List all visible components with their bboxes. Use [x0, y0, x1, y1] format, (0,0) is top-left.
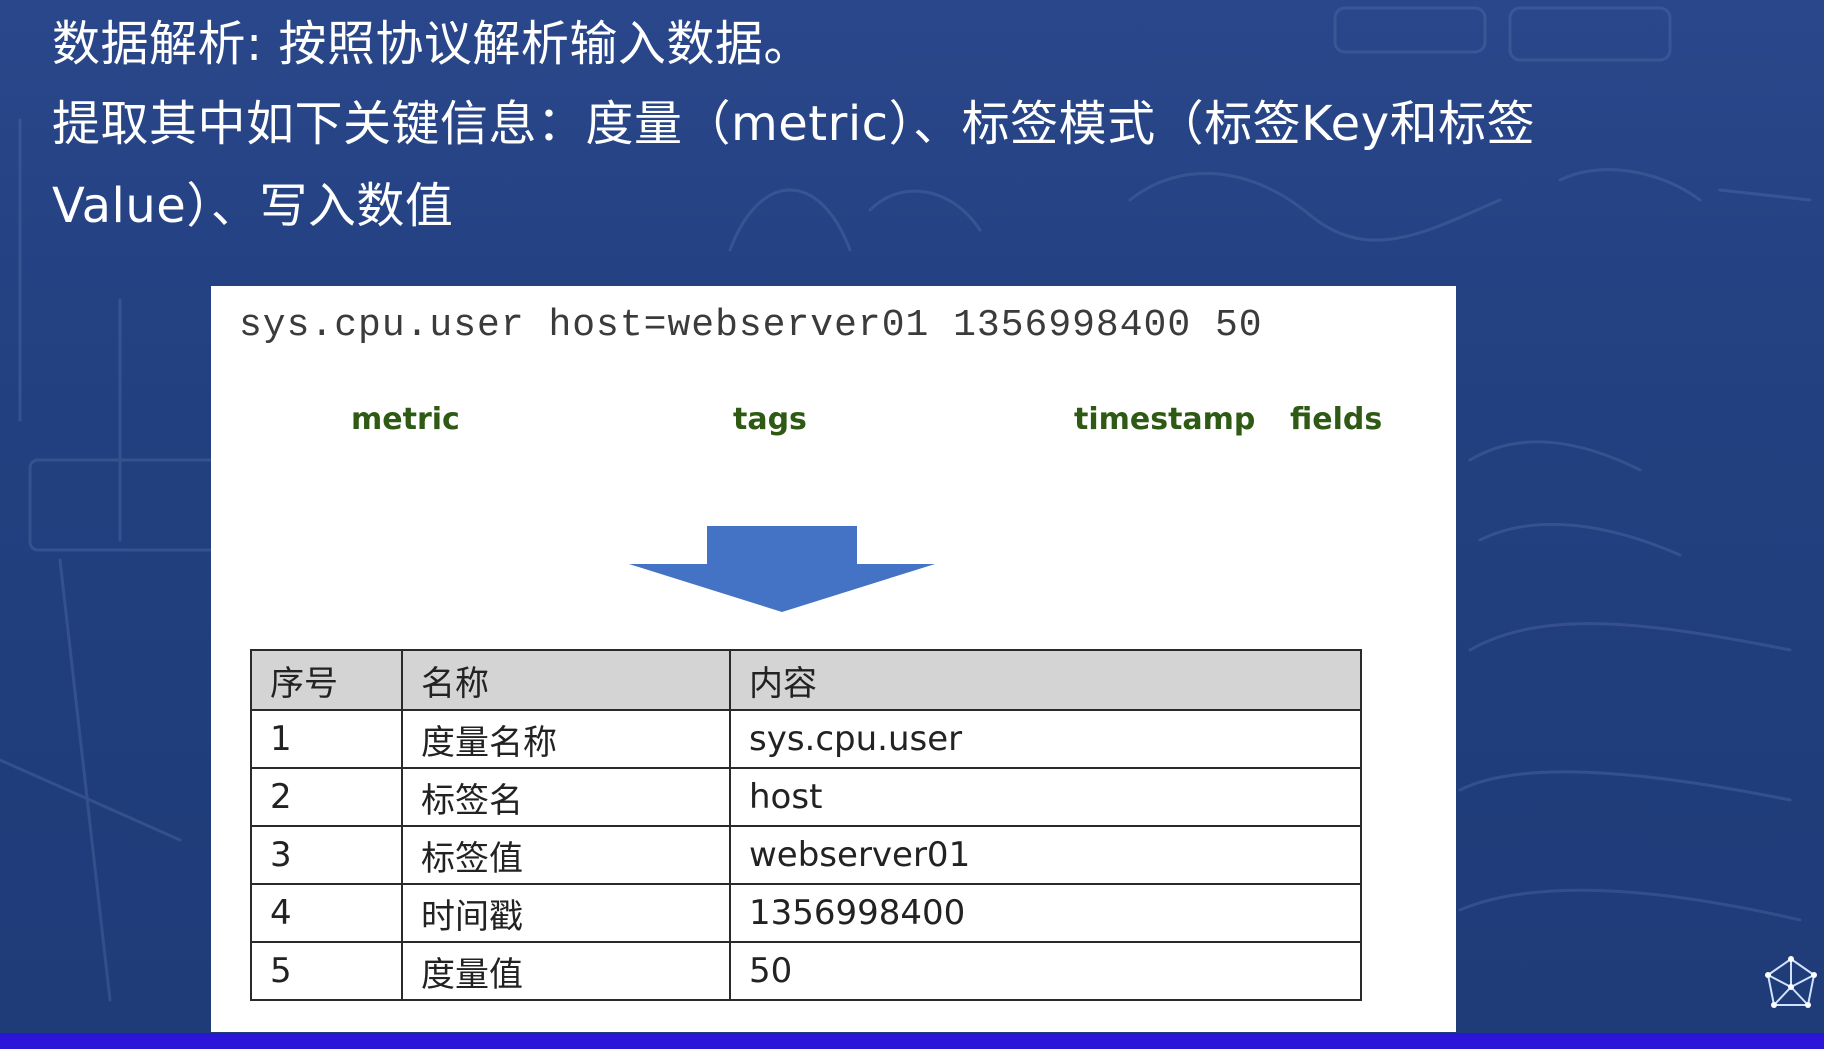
- bottom-bar: [0, 1033, 1824, 1049]
- header-index: 序号: [250, 649, 403, 711]
- cell-content: 1356998400: [729, 883, 1362, 943]
- label-metric: metric: [351, 402, 460, 437]
- cell-content: 50: [729, 941, 1362, 1001]
- cell-index: 1: [250, 709, 403, 769]
- slide: 数据解析: 按照协议解析输入数据。 提取其中如下关键信息：度量（metric）、…: [0, 0, 1824, 1049]
- heading-line-3: Value）、写入数值: [52, 178, 454, 234]
- table-header-row: 序号 名称 内容: [250, 649, 1362, 711]
- down-arrow-icon: [629, 526, 935, 612]
- table-row: 2 标签名 host: [250, 767, 1362, 827]
- heading-line-2: 提取其中如下关键信息：度量（metric）、标签模式（标签Key和标签: [52, 96, 1536, 152]
- cell-name: 标签名: [401, 767, 731, 827]
- table-row: 3 标签值 webserver01: [250, 825, 1362, 885]
- label-fields: fields: [1290, 402, 1383, 437]
- heading-line-1: 数据解析: 按照协议解析输入数据。: [52, 16, 812, 72]
- header-name: 名称: [401, 649, 731, 711]
- table-row: 1 度量名称 sys.cpu.user: [250, 709, 1362, 769]
- cell-name: 时间戳: [401, 883, 731, 943]
- cell-index: 2: [250, 767, 403, 827]
- label-timestamp: timestamp: [1074, 402, 1256, 437]
- header-content: 内容: [729, 649, 1362, 711]
- cell-name: 度量值: [401, 941, 731, 1001]
- cell-index: 4: [250, 883, 403, 943]
- cell-index: 5: [250, 941, 403, 1001]
- protocol-example-line: sys.cpu.user host=webserver01 1356998400…: [239, 304, 1263, 347]
- example-card: sys.cpu.user host=webserver01 1356998400…: [211, 286, 1456, 1032]
- table-row: 4 时间戳 1356998400: [250, 883, 1362, 943]
- parsed-fields-table: 序号 名称 内容 1 度量名称 sys.cpu.user 2 标签名 host …: [250, 649, 1362, 1001]
- cell-content: host: [729, 767, 1362, 827]
- cell-name: 度量名称: [401, 709, 731, 769]
- table-row: 5 度量值 50: [250, 941, 1362, 1001]
- cell-index: 3: [250, 825, 403, 885]
- cell-content: webserver01: [729, 825, 1362, 885]
- label-tags: tags: [733, 402, 807, 437]
- cell-content: sys.cpu.user: [729, 709, 1362, 769]
- cell-name: 标签值: [401, 825, 731, 885]
- network-logo-icon: [1765, 956, 1817, 1008]
